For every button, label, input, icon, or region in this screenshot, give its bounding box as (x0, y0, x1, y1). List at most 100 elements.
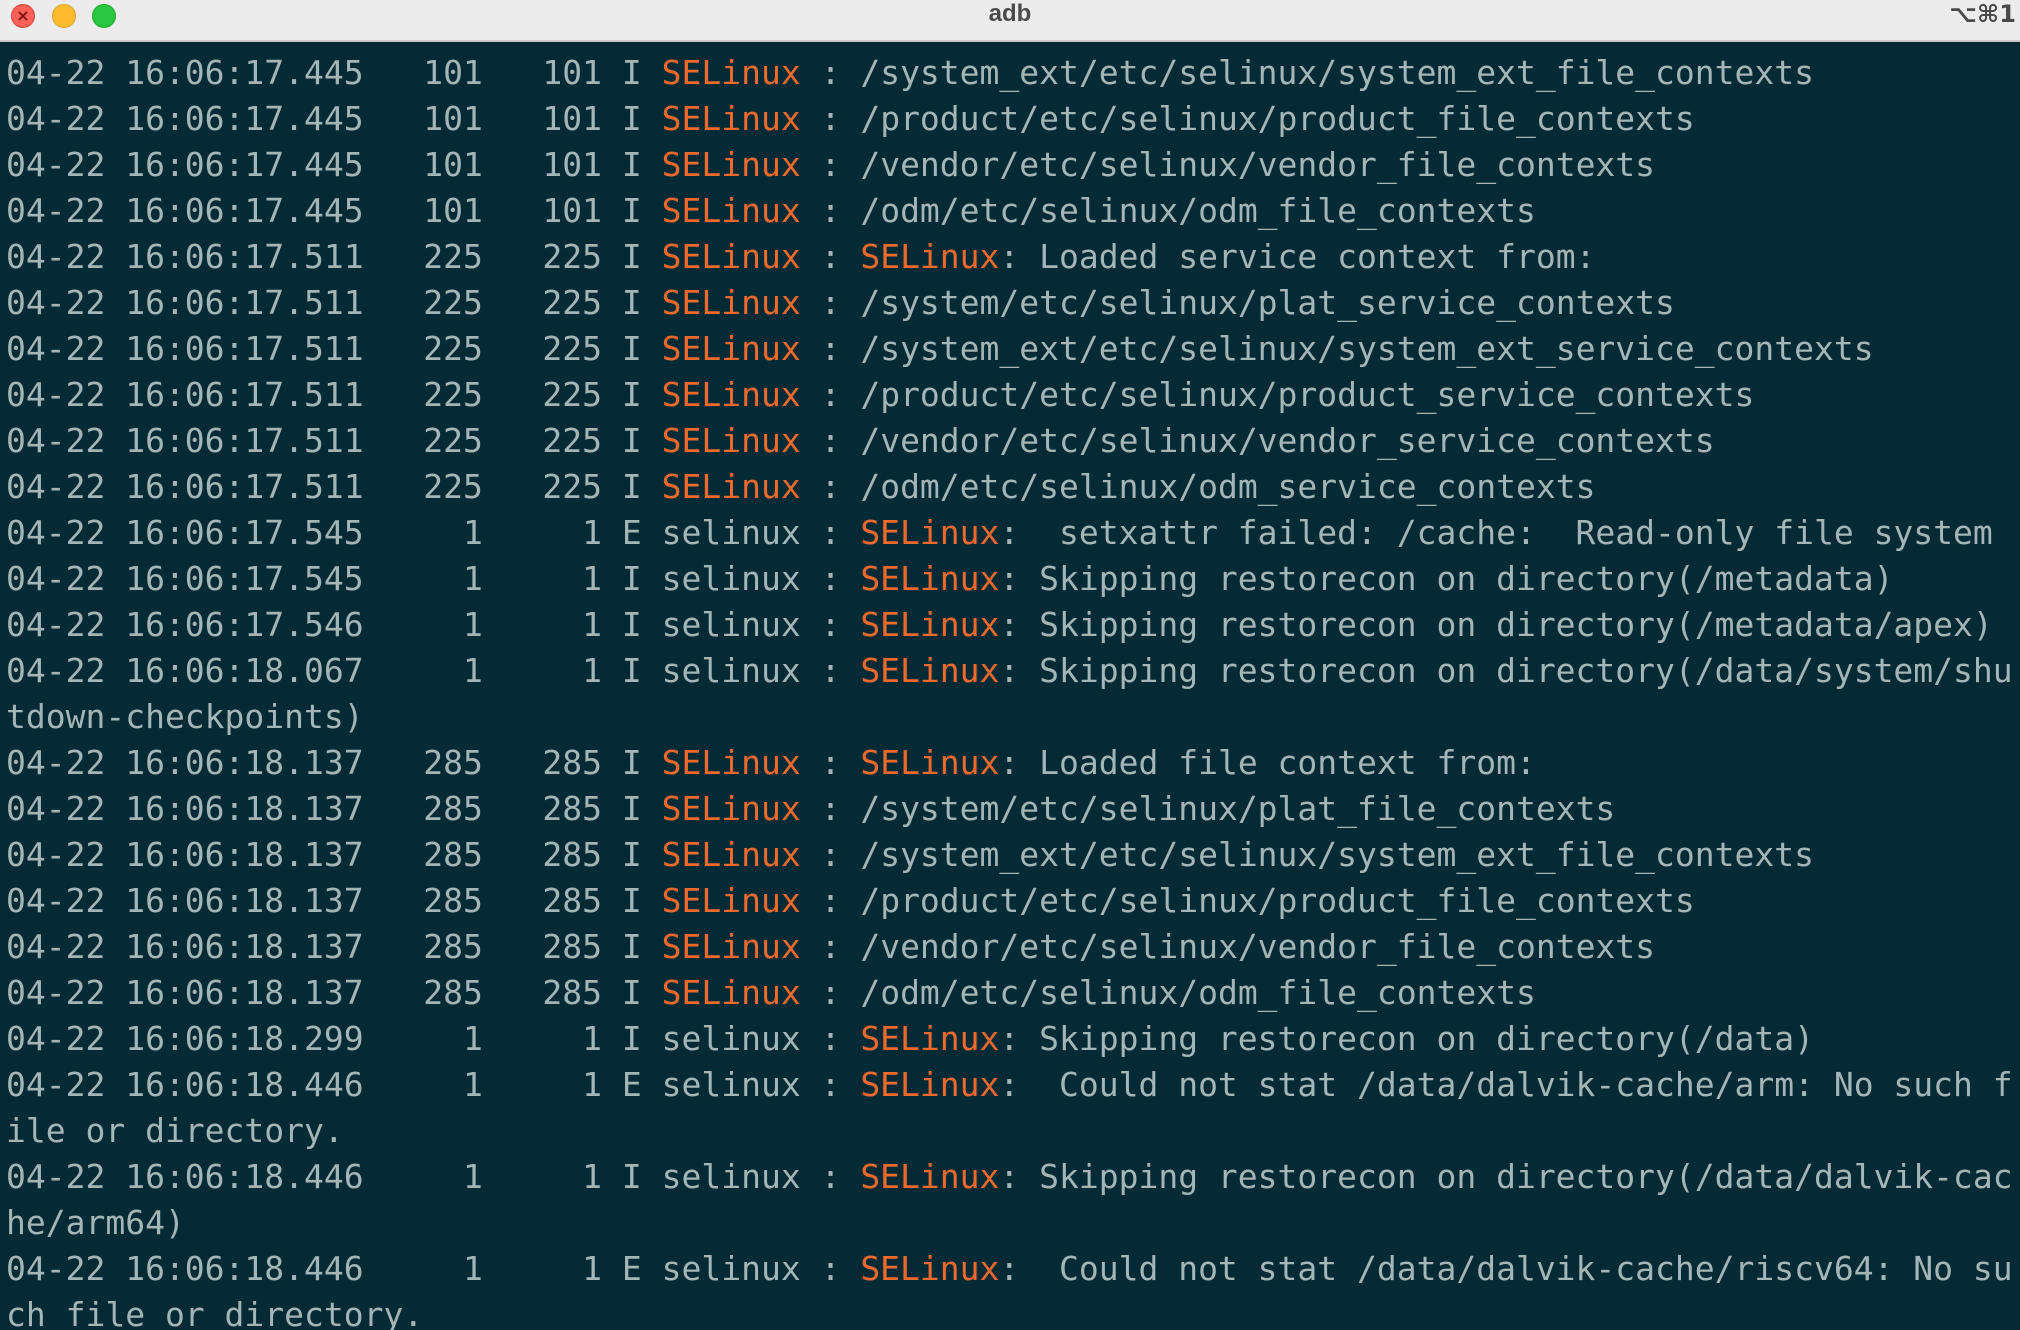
log-line: 04-22 16:06:18.137 285 285 I SELinux : /… (6, 832, 2020, 878)
log-line: 04-22 16:06:17.511 225 225 I SELinux : /… (6, 326, 2020, 372)
log-message: /system_ext/etc/selinux/system_ext_servi… (860, 329, 1874, 368)
log-message: /product/etc/selinux/product_service_con… (860, 375, 1755, 414)
log-prefix: 04-22 16:06:18.446 1 1 E selinux : (6, 1065, 861, 1104)
log-prefix: 04-22 16:06:18.137 285 285 I (6, 973, 662, 1012)
log-prefix: 04-22 16:06:17.546 1 1 I selinux : (6, 605, 861, 644)
log-tag: SELinux (661, 145, 801, 184)
window-shortcut-label: ⌥⌘1 (1949, 0, 2016, 28)
log-prefix: 04-22 16:06:18.299 1 1 I selinux : (6, 1019, 861, 1058)
log-prefix: 04-22 16:06:17.445 101 101 I (6, 53, 662, 92)
log-highlight: SELinux (860, 651, 1000, 690)
log-message: : Could not stat /data/dalvik-cache/arm:… (999, 1065, 2013, 1104)
log-separator: : (800, 467, 861, 506)
log-message: : Skipping restorecon on directory(/data… (999, 1019, 1814, 1058)
log-line: 04-22 16:06:17.445 101 101 I SELinux : /… (6, 96, 2020, 142)
log-prefix: 04-22 16:06:17.511 225 225 I (6, 329, 662, 368)
log-highlight: SELinux (860, 1065, 1000, 1104)
log-separator: : (800, 881, 861, 920)
log-message: /vendor/etc/selinux/vendor_file_contexts (860, 145, 1656, 184)
log-prefix: 04-22 16:06:17.445 101 101 I (6, 145, 662, 184)
log-separator: : (800, 191, 861, 230)
log-line: 04-22 16:06:18.137 285 285 I SELinux : /… (6, 924, 2020, 970)
log-line: 04-22 16:06:18.446 1 1 E selinux : SELin… (6, 1246, 2020, 1292)
log-message: /system_ext/etc/selinux/system_ext_file_… (860, 835, 1814, 874)
log-line: 04-22 16:06:18.446 1 1 E selinux : SELin… (6, 1062, 2020, 1108)
log-separator: : (800, 375, 861, 414)
log-separator: : (800, 421, 861, 460)
log-message: : Loaded service context from: (999, 237, 1596, 276)
log-separator: : (800, 237, 861, 276)
log-message: : setxattr failed: /cache: Read-only fil… (999, 513, 1993, 552)
log-line: 04-22 16:06:18.446 1 1 I selinux : SELin… (6, 1154, 2020, 1200)
log-message: : Could not stat /data/dalvik-cache/risc… (999, 1249, 2013, 1288)
log-message: : Skipping restorecon on directory(/meta… (999, 559, 1894, 598)
log-message: : Skipping restorecon on directory(/meta… (999, 605, 1993, 644)
log-separator: : (800, 973, 861, 1012)
log-line: 04-22 16:06:17.511 225 225 I SELinux : /… (6, 464, 2020, 510)
log-prefix: 04-22 16:06:18.446 1 1 I selinux : (6, 1157, 861, 1196)
log-message: /system/etc/selinux/plat_file_contexts (860, 789, 1616, 828)
log-separator: : (800, 927, 861, 966)
log-message: /product/etc/selinux/product_file_contex… (860, 99, 1695, 138)
log-line: 04-22 16:06:18.137 285 285 I SELinux : /… (6, 878, 2020, 924)
log-line: 04-22 16:06:17.511 225 225 I SELinux : S… (6, 234, 2020, 280)
log-tag: SELinux (661, 283, 801, 322)
log-prefix: 04-22 16:06:18.137 285 285 I (6, 835, 662, 874)
log-line: 04-22 16:06:17.511 225 225 I SELinux : /… (6, 372, 2020, 418)
log-message: /vendor/etc/selinux/vendor_service_conte… (860, 421, 1715, 460)
log-tag: SELinux (661, 743, 801, 782)
log-message: /system_ext/etc/selinux/system_ext_file_… (860, 53, 1814, 92)
log-line: 04-22 16:06:18.067 1 1 I selinux : SELin… (6, 648, 2020, 694)
log-line: 04-22 16:06:17.511 225 225 I SELinux : /… (6, 418, 2020, 464)
log-message: : Skipping restorecon on directory(/data… (999, 1157, 2013, 1196)
log-prefix: 04-22 16:06:17.445 101 101 I (6, 191, 662, 230)
log-prefix: 04-22 16:06:17.445 101 101 I (6, 99, 662, 138)
log-highlight: SELinux (860, 1019, 1000, 1058)
log-line: 04-22 16:06:17.445 101 101 I SELinux : /… (6, 50, 2020, 96)
log-separator: : (800, 53, 861, 92)
log-prefix: 04-22 16:06:18.137 285 285 I (6, 743, 662, 782)
log-prefix: 04-22 16:06:18.137 285 285 I (6, 927, 662, 966)
log-line: 04-22 16:06:18.299 1 1 I selinux : SELin… (6, 1016, 2020, 1062)
title-bar[interactable]: × adb ⌥⌘1 (0, 0, 2020, 42)
log-highlight: SELinux (860, 1249, 1000, 1288)
log-prefix: 04-22 16:06:17.511 225 225 I (6, 421, 662, 460)
log-prefix: ch file or directory. (6, 1295, 424, 1330)
log-line: 04-22 16:06:18.137 285 285 I SELinux : /… (6, 970, 2020, 1016)
log-tag: SELinux (661, 927, 801, 966)
log-message: /product/etc/selinux/product_file_contex… (860, 881, 1695, 920)
log-separator: : (800, 743, 861, 782)
log-prefix: 04-22 16:06:17.511 225 225 I (6, 283, 662, 322)
log-separator: : (800, 99, 861, 138)
log-line: 04-22 16:06:17.546 1 1 I selinux : SELin… (6, 602, 2020, 648)
log-line: 04-22 16:06:17.511 225 225 I SELinux : /… (6, 280, 2020, 326)
log-line: tdown-checkpoints) (6, 694, 2020, 740)
log-tag: SELinux (661, 99, 801, 138)
log-prefix: 04-22 16:06:17.511 225 225 I (6, 375, 662, 414)
log-separator: : (800, 835, 861, 874)
window-title: adb (988, 0, 1032, 27)
log-line: 04-22 16:06:17.545 1 1 E selinux : SELin… (6, 510, 2020, 556)
log-highlight: SELinux (860, 605, 1000, 644)
log-message: : Loaded file context from: (999, 743, 1536, 782)
log-tag: SELinux (661, 421, 801, 460)
log-prefix: he/arm64) (6, 1203, 185, 1242)
log-prefix: 04-22 16:06:18.446 1 1 E selinux : (6, 1249, 861, 1288)
log-line: 04-22 16:06:17.545 1 1 I selinux : SELin… (6, 556, 2020, 602)
log-tag: SELinux (661, 375, 801, 414)
log-separator: : (800, 145, 861, 184)
terminal-output[interactable]: 04-22 16:06:17.445 101 101 I SELinux : /… (6, 50, 2020, 1330)
log-prefix: 04-22 16:06:17.545 1 1 I selinux : (6, 559, 861, 598)
log-message: /odm/etc/selinux/odm_file_contexts (860, 191, 1536, 230)
log-separator: : (800, 283, 861, 322)
log-highlight: SELinux (860, 559, 1000, 598)
log-line: 04-22 16:06:17.445 101 101 I SELinux : /… (6, 188, 2020, 234)
terminal-window: × adb ⌥⌘1 04-22 16:06:17.445 101 101 I S… (0, 0, 2020, 1330)
log-tag: SELinux (661, 191, 801, 230)
log-prefix: 04-22 16:06:18.137 285 285 I (6, 789, 662, 828)
log-tag: SELinux (661, 881, 801, 920)
log-highlight: SELinux (860, 743, 1000, 782)
log-line: ch file or directory. (6, 1292, 2020, 1330)
log-prefix: 04-22 16:06:18.137 285 285 I (6, 881, 662, 920)
log-line: 04-22 16:06:18.137 285 285 I SELinux : /… (6, 786, 2020, 832)
